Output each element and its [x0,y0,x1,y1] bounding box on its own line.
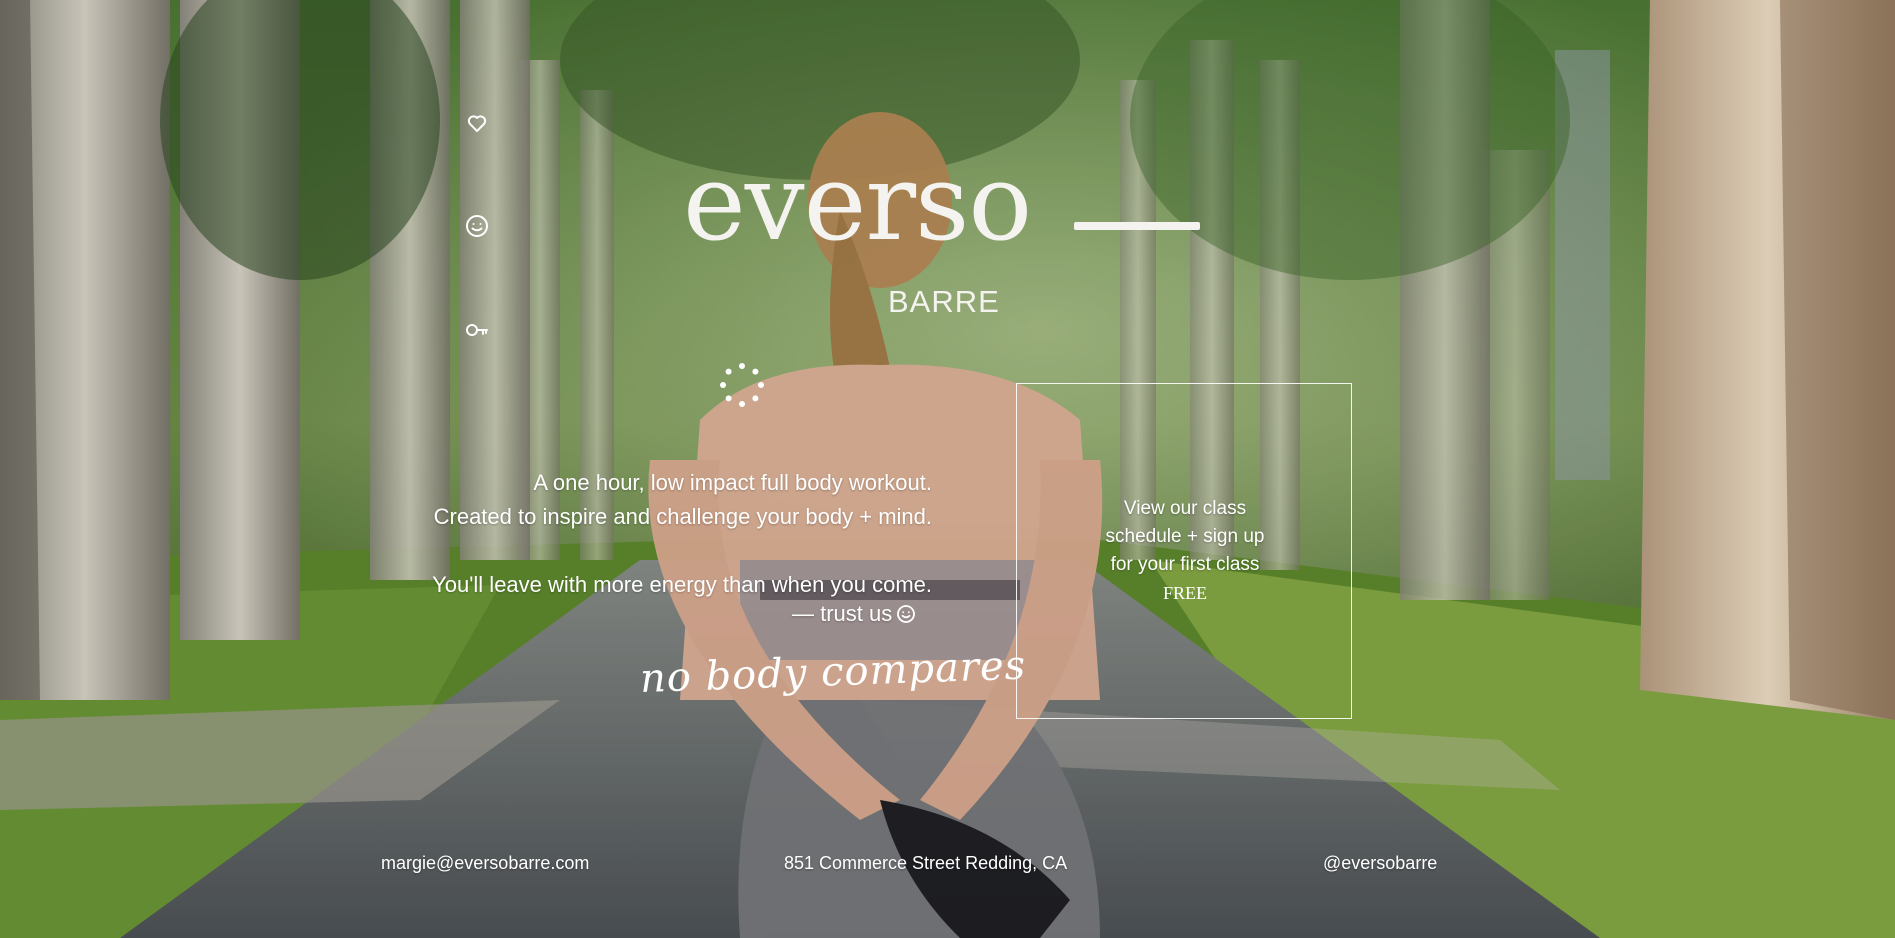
cta-line-1: View our class [1123,498,1247,519]
brand-logo-dash [1074,222,1200,230]
smiley-face-icon [896,604,916,630]
footer-address: 851 Commerce Street Redding, CA [784,853,1068,873]
key-icon[interactable] [462,315,492,345]
cta-line-3: for your first class [1110,554,1260,575]
trust-us-text: — trust us [792,601,893,626]
loading-spinner-icon [720,363,764,407]
tagline-line-3: You'll leave with more energy than when … [432,572,932,597]
cta-line-2: schedule + sign up [1105,526,1265,547]
brand-logo-wordmark: everso [683,141,1032,264]
footer-email-link[interactable]: margie@eversobarre.com [381,853,589,874]
tagline-block: A one hour, low impact full body workout… [312,466,932,602]
smiley-icon[interactable] [462,211,492,241]
heart-icon[interactable] [462,108,492,138]
cta-free-label[interactable]: FREE [1070,583,1300,604]
trust-us-line: — trust us [792,601,916,630]
tagline-line-2: Created to inspire and challenge your bo… [433,504,932,529]
footer-social-handle-link[interactable]: @eversobarre [1323,853,1437,874]
class-schedule-cta-text[interactable]: View our class schedule + sign up for yo… [1070,495,1300,579]
tagline-line-1: A one hour, low impact full body workout… [533,470,932,495]
brand-logo-subtitle: BARRE [888,284,1000,319]
